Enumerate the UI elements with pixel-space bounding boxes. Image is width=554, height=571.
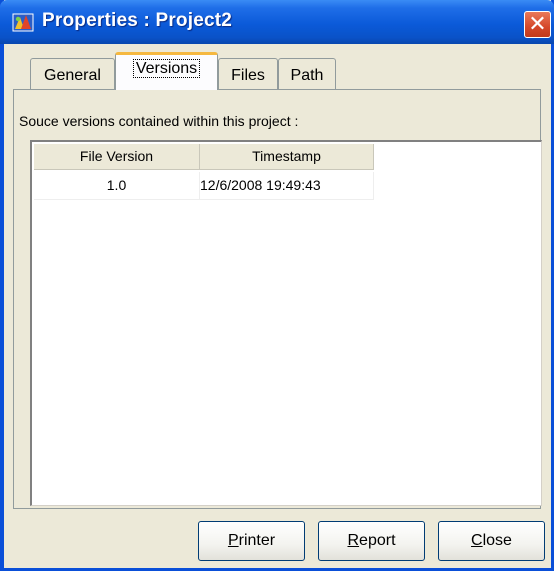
project-properties-icon: [12, 11, 34, 33]
printer-accel: P: [227, 532, 239, 549]
title-bar[interactable]: Properties : Project2 ✕: [0, 0, 554, 44]
tab-general[interactable]: General: [30, 58, 115, 90]
close-label-rest: lose: [482, 532, 512, 549]
report-label-rest: eport: [359, 532, 396, 549]
tab-general-label: General: [44, 67, 101, 84]
versions-description: Souce versions contained within this pro…: [19, 113, 299, 129]
versions-list[interactable]: File Version Timestamp 1.0 12/6/2008 19:…: [30, 140, 542, 506]
tab-versions-label: Versions: [132, 59, 201, 78]
tab-versions[interactable]: Versions: [115, 52, 218, 90]
printer-button[interactable]: Printer: [198, 521, 305, 561]
close-accel: C: [471, 532, 483, 549]
column-header-file-version[interactable]: File Version: [34, 144, 200, 170]
close-icon[interactable]: ✕: [524, 11, 551, 38]
tab-path[interactable]: Path: [278, 58, 336, 90]
window-title: Properties : Project2: [42, 10, 233, 31]
cell-file-version: 1.0: [34, 172, 200, 200]
tab-files[interactable]: Files: [218, 58, 278, 90]
tab-path-label: Path: [290, 67, 324, 84]
close-button[interactable]: Close: [438, 521, 545, 561]
cell-timestamp: 12/6/2008 19:49:43: [200, 172, 374, 200]
tab-files-label: Files: [231, 67, 265, 84]
column-header-timestamp[interactable]: Timestamp: [200, 144, 374, 170]
report-accel: R: [347, 532, 360, 549]
report-button[interactable]: Report: [318, 521, 425, 561]
printer-label-rest: rinter: [238, 532, 276, 549]
